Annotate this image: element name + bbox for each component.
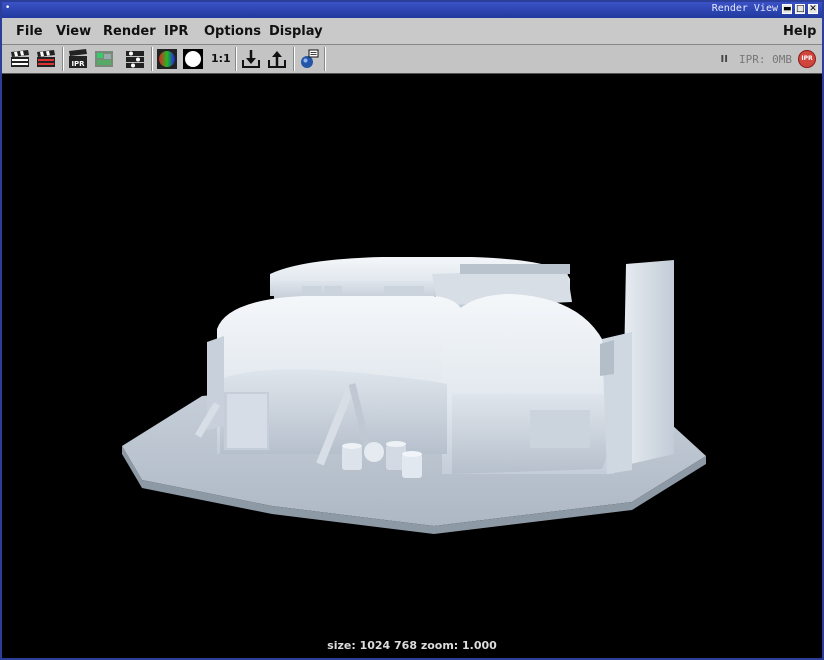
- menu-view[interactable]: View: [56, 24, 91, 39]
- toolbar: IPR 1:1 II IPR: 0MB IPR: [2, 45, 822, 74]
- render-settings-icon[interactable]: [124, 48, 146, 70]
- maximize-button[interactable]: □: [795, 4, 805, 14]
- one-to-one-button[interactable]: 1:1: [211, 52, 231, 65]
- ipr-memory-readout: IPR: 0MB: [739, 53, 792, 66]
- toolbar-separator: [62, 47, 64, 71]
- toolbar-separator: [293, 47, 295, 71]
- menu-display[interactable]: Display: [269, 24, 323, 39]
- toolbar-separator: [324, 47, 326, 71]
- snapshot-icon[interactable]: [93, 48, 115, 70]
- clapper-icon[interactable]: [9, 48, 31, 70]
- rendered-building-image: [122, 257, 706, 534]
- render-viewport[interactable]: size: 1024 768 zoom: 1.000: [2, 74, 822, 658]
- render-info-readout: size: 1024 768 zoom: 1.000: [327, 639, 497, 652]
- menu-options[interactable]: Options: [204, 24, 261, 39]
- render-view-window: • Render View ▬ □ ✕ File View Render IPR…: [0, 0, 824, 660]
- menu-help[interactable]: Help: [783, 24, 816, 39]
- close-button[interactable]: ✕: [808, 4, 818, 14]
- window-menu-icon[interactable]: •: [5, 4, 14, 13]
- menu-bar: File View Render IPR Options Display Hel…: [2, 18, 822, 45]
- menu-render[interactable]: Render: [103, 24, 156, 39]
- menu-ipr[interactable]: IPR: [164, 24, 188, 39]
- ipr-stop-button[interactable]: IPR: [798, 50, 816, 68]
- ipr-render-icon[interactable]: IPR: [67, 48, 89, 70]
- ipr-icon-text: IPR: [71, 60, 85, 68]
- building-model: [122, 257, 706, 534]
- render-region-icon[interactable]: [35, 48, 57, 70]
- ipr-pause-button[interactable]: II: [721, 54, 728, 65]
- window-title: Render View: [711, 3, 778, 14]
- rgb-channels-icon[interactable]: [156, 48, 178, 70]
- render-globals-icon[interactable]: [298, 48, 320, 70]
- menu-file[interactable]: File: [16, 24, 43, 39]
- minimize-button[interactable]: ▬: [782, 4, 792, 14]
- toolbar-separator: [151, 47, 153, 71]
- alpha-channel-icon[interactable]: [182, 48, 204, 70]
- toolbar-separator: [235, 47, 237, 71]
- title-bar[interactable]: • Render View ▬ □ ✕: [2, 2, 822, 18]
- remove-image-icon[interactable]: [266, 48, 288, 70]
- keep-image-icon[interactable]: [240, 48, 262, 70]
